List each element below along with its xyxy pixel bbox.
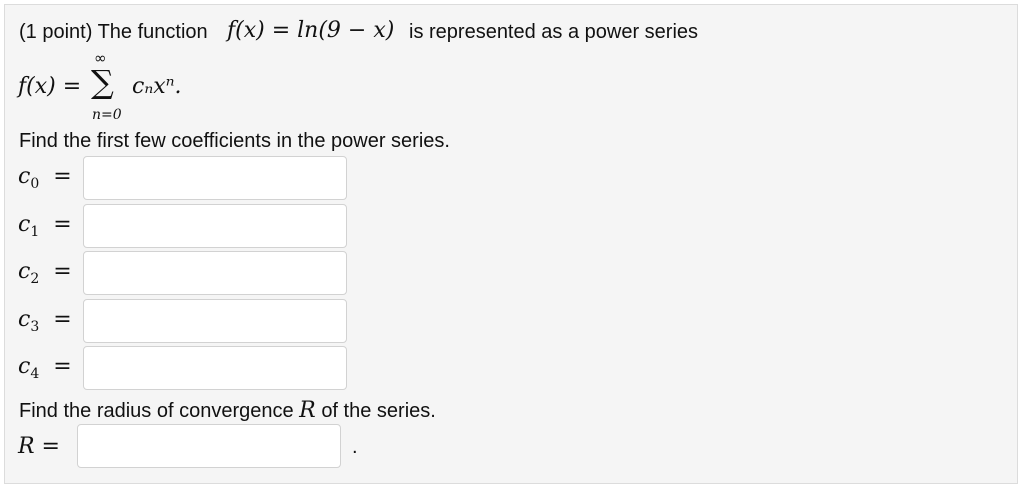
c2-equals: = [53, 259, 72, 284]
series-term: cₙxⁿ. [132, 74, 182, 99]
coefficients-prompt: Find the first few coefficients in the p… [19, 130, 450, 152]
summation-symbol: ∑ [91, 63, 114, 101]
c1-equals: = [53, 212, 72, 237]
radius-period: . [352, 436, 358, 458]
radius-label: R = [18, 434, 60, 459]
coefficient-label-c3: c3 = [18, 307, 72, 335]
problem-intro: (1 point) The function [19, 21, 208, 44]
c1-index: 1 [30, 224, 40, 240]
c1-answer-input[interactable] [83, 204, 347, 248]
c3-answer-input[interactable] [83, 299, 347, 343]
c0-equals: = [53, 164, 72, 189]
c3-equals: = [53, 307, 72, 332]
c0-index: 0 [30, 176, 40, 192]
radius-prompt-start: Find the radius of convergence [19, 400, 294, 422]
points-text: (1 point) The function [19, 21, 208, 43]
coefficient-label-c0: c0 = [18, 164, 72, 192]
c4-index: 4 [30, 366, 40, 382]
c2-answer-input[interactable] [83, 251, 347, 295]
intro-tail: is represented as a power series [409, 21, 698, 44]
c0-answer-input[interactable] [83, 156, 347, 200]
radius-prompt: Find the radius of convergence R of the … [19, 398, 436, 423]
c3-index: 3 [30, 319, 40, 335]
c4-equals: = [53, 354, 72, 379]
radius-answer-input[interactable] [77, 424, 341, 468]
coefficient-label-c1: c1 = [18, 212, 72, 240]
c2-symbol: c [18, 259, 31, 284]
series-lower-limit: n=0 [92, 107, 122, 123]
c4-answer-input[interactable] [83, 346, 347, 390]
coefficient-label-c2: c2 = [18, 259, 72, 287]
c4-symbol: c [18, 354, 31, 379]
function-definition: f(x) = ln(9 − x) [227, 18, 394, 43]
coefficient-label-c4: c4 = [18, 354, 72, 382]
radius-symbol: R [299, 398, 316, 423]
c3-symbol: c [18, 307, 31, 332]
intro-tail-text: is represented as a power series [409, 21, 699, 43]
function-math: f(x) = ln(9 − x) [227, 18, 395, 43]
c0-symbol: c [18, 164, 31, 189]
radius-prompt-end: of the series. [321, 400, 436, 422]
c2-index: 2 [30, 271, 40, 287]
c1-symbol: c [18, 212, 31, 237]
series-lhs: f(x) = [18, 74, 82, 99]
